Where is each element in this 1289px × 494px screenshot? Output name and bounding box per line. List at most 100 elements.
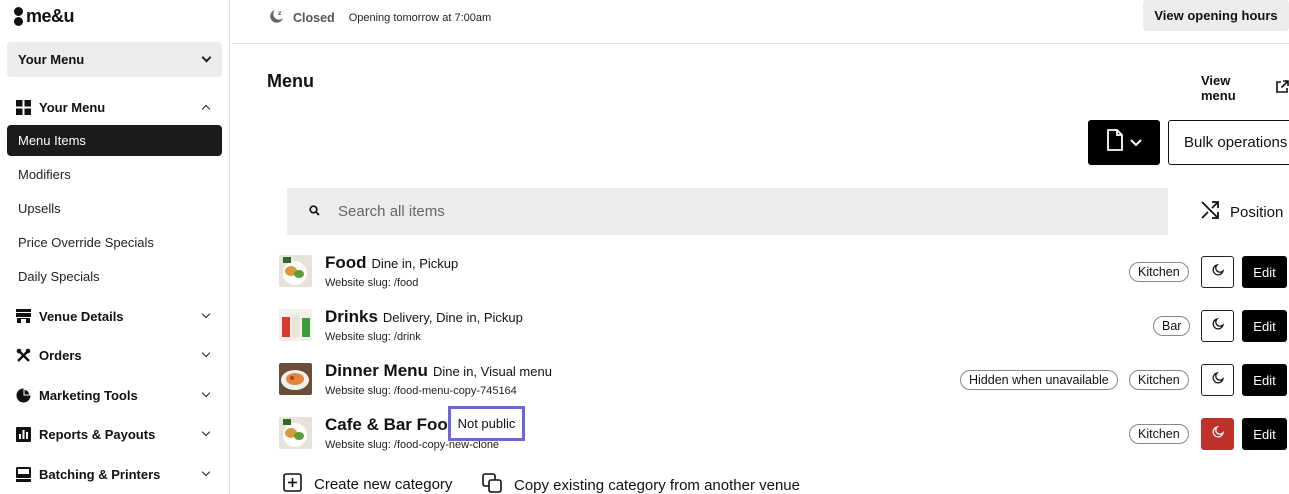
edit-category-button[interactable]: Edit: [1242, 364, 1287, 396]
copy-category-button[interactable]: Copy existing category from another venu…: [482, 473, 800, 494]
chevron-down-icon: [201, 309, 211, 319]
sidebar-item-upsells[interactable]: Upsells: [7, 193, 222, 224]
file-icon: [1106, 129, 1124, 156]
search-icon: [309, 203, 320, 221]
category-row[interactable]: Dinner Menu Dine in, Visual menu Website …: [279, 361, 1289, 401]
availability-toggle-button[interactable]: [1201, 310, 1234, 342]
category-row[interactable]: Drinks Delivery, Dine in, Pickup Website …: [279, 307, 1289, 347]
copy-icon: [482, 473, 502, 494]
grid-icon: [15, 99, 31, 115]
category-row[interactable]: Food Dine in, Pickup Website slug: /food …: [279, 253, 1289, 293]
sidebar-section-reports-payouts[interactable]: Reports & Payouts: [15, 423, 215, 445]
sidebar-section-batching-printers[interactable]: Batching & Printers: [15, 463, 215, 485]
visibility-tag: Hidden when unavailable: [960, 370, 1118, 390]
chevron-down-icon: [201, 348, 211, 358]
edit-category-button[interactable]: Edit: [1242, 310, 1287, 342]
category-name: Dinner Menu: [325, 361, 428, 380]
category-modes: Delivery, Dine in, Pickup: [382, 310, 523, 325]
availability-toggle-button[interactable]: [1201, 418, 1234, 450]
view-menu-link[interactable]: View menu: [1201, 73, 1289, 103]
edit-category-button[interactable]: Edit: [1242, 418, 1287, 450]
sidebar-item-menu-items[interactable]: Menu Items: [7, 125, 222, 156]
sidebar-item-daily-specials[interactable]: Daily Specials: [7, 261, 222, 292]
bar-chart-icon: [15, 426, 31, 442]
category-slug: Website slug: /food-menu-copy-745164: [325, 385, 517, 397]
create-category-label: Create new category: [314, 476, 453, 493]
svg-text:z: z: [278, 10, 282, 17]
menu-selector[interactable]: Your Menu: [7, 42, 222, 77]
station-tag: Bar: [1153, 316, 1191, 336]
sleep-icon: z: [269, 8, 285, 27]
sidebar-item-price-override-specials[interactable]: Price Override Specials: [7, 227, 222, 258]
sidebar-item-modifiers[interactable]: Modifiers: [7, 159, 222, 190]
menu-selector-value: Your Menu: [18, 52, 85, 67]
category-name: Food: [325, 253, 367, 272]
brand-logo[interactable]: me&u: [14, 6, 75, 27]
not-public-badge: Not public: [448, 406, 525, 441]
availability-toggle-button[interactable]: [1201, 364, 1234, 396]
moon-icon: [1211, 371, 1224, 389]
bulk-operations-button[interactable]: Bulk operations: [1168, 120, 1289, 165]
category-modes: Dine in, Pickup: [371, 256, 459, 271]
store-icon: [15, 308, 31, 324]
logo-text: me&u: [26, 6, 75, 26]
shuffle-icon: [1200, 200, 1220, 224]
chevron-up-icon: [201, 104, 211, 113]
category-thumbnail: [279, 417, 312, 449]
category-name-wrap: Dinner Menu Dine in, Visual menu: [325, 361, 552, 381]
category-thumbnail: [279, 309, 312, 341]
category-slug: Website slug: /drink: [325, 331, 421, 343]
chevron-down-icon: [201, 388, 211, 398]
station-tag: Kitchen: [1129, 262, 1189, 282]
sidebar: me&u Your Menu Your Menu Menu Items Modi…: [0, 0, 230, 494]
category-thumbnail: [279, 255, 312, 287]
page-title: Menu: [267, 71, 314, 91]
sidebar-section-orders[interactable]: Orders: [15, 344, 215, 366]
topbar: z Closed Opening tomorrow at 7:00am View…: [231, 0, 1289, 44]
category-name-wrap: Drinks Delivery, Dine in, Pickup: [325, 307, 523, 327]
venue-status: z Closed Opening tomorrow at 7:00am: [269, 8, 491, 27]
external-link-icon: [1275, 79, 1289, 97]
moon-icon: [1211, 317, 1224, 335]
chevron-down-icon: [1130, 134, 1142, 152]
pie-chart-icon: [15, 387, 31, 403]
category-modes: Dine in, Visual menu: [432, 364, 552, 379]
position-button[interactable]: Position: [1200, 200, 1283, 224]
printer-icon: [15, 466, 31, 482]
station-tag: Kitchen: [1129, 424, 1189, 444]
status-subtext: Opening tomorrow at 7:00am: [348, 11, 492, 24]
category-row[interactable]: Cafe & Bar Food Website slug: /food-copy…: [279, 415, 1289, 455]
create-category-button[interactable]: Create new category: [283, 473, 452, 494]
sidebar-section-label: Orders: [39, 347, 82, 363]
view-menu-label: View menu: [1201, 73, 1236, 103]
category-name: Cafe & Bar Food: [325, 415, 459, 434]
sidebar-section-label: Marketing Tools: [39, 387, 138, 403]
sidebar-section-label: Venue Details: [39, 308, 124, 324]
category-name-wrap: Food Dine in, Pickup: [325, 253, 458, 273]
sidebar-section-your-menu[interactable]: Your Menu: [15, 96, 215, 118]
file-actions-button[interactable]: [1088, 120, 1160, 165]
station-tag: Kitchen: [1129, 370, 1189, 390]
sidebar-section-label: Your Menu: [39, 99, 106, 115]
position-label: Position: [1230, 203, 1284, 221]
category-thumbnail: [279, 363, 312, 395]
copy-category-label: Copy existing category from another venu…: [514, 476, 800, 494]
search-bar: [287, 188, 1168, 235]
view-opening-hours-button[interactable]: View opening hours: [1143, 0, 1289, 31]
sidebar-section-label: Batching & Printers: [39, 466, 161, 482]
category-name: Drinks: [325, 307, 378, 326]
category-slug: Website slug: /food: [325, 277, 419, 289]
sidebar-section-venue-details[interactable]: Venue Details: [15, 305, 215, 327]
search-input[interactable]: [338, 203, 1118, 220]
sidebar-section-label: Reports & Payouts: [39, 426, 156, 442]
cutlery-icon: [15, 347, 31, 363]
plus-square-icon: [283, 473, 302, 494]
sidebar-section-marketing-tools[interactable]: Marketing Tools: [15, 384, 215, 406]
edit-category-button[interactable]: Edit: [1242, 256, 1287, 288]
logo-mark-icon: [14, 6, 23, 27]
chevron-down-icon: [201, 52, 212, 63]
availability-toggle-button[interactable]: [1201, 256, 1234, 288]
moon-icon: [1211, 425, 1224, 443]
moon-icon: [1211, 263, 1224, 281]
status-label: Closed: [293, 10, 335, 25]
